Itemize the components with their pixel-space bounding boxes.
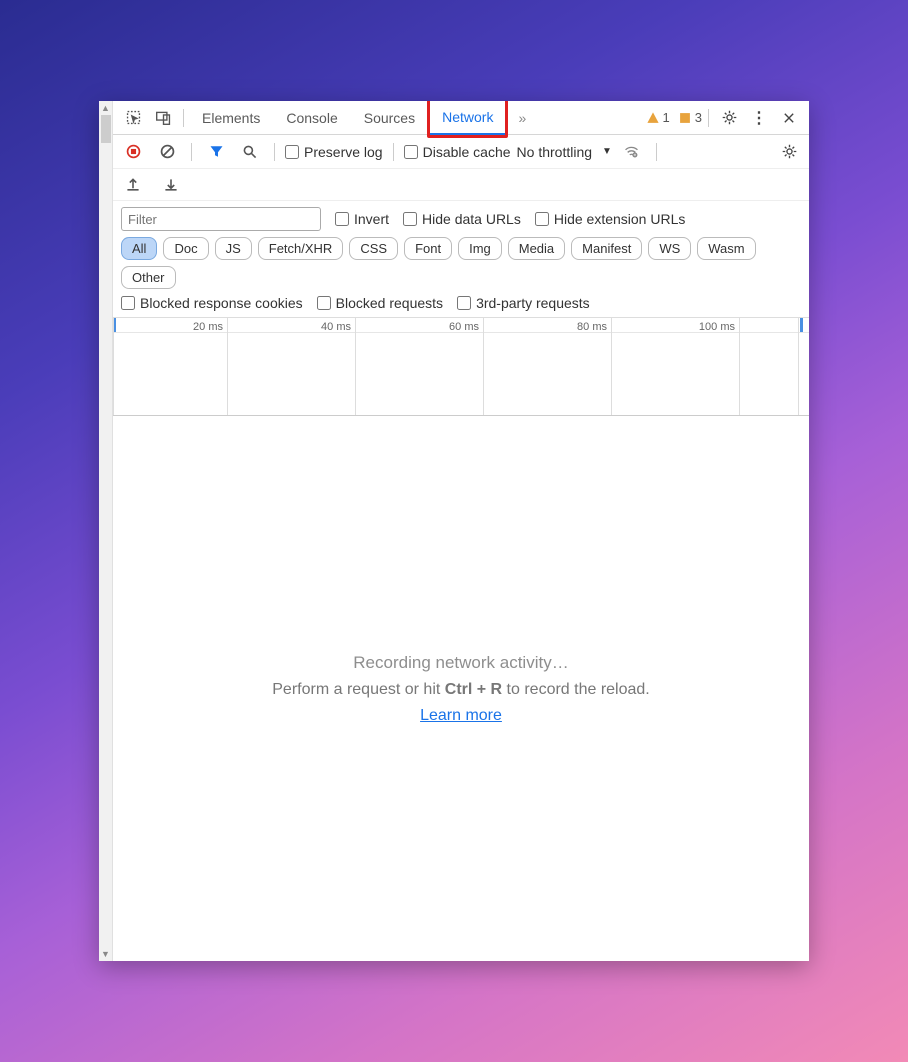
tab-network[interactable]: Network [430, 101, 505, 135]
pill-js[interactable]: JS [215, 237, 252, 260]
filter-input[interactable] [121, 207, 321, 231]
pill-all[interactable]: All [121, 237, 157, 260]
divider [656, 143, 657, 161]
pill-img[interactable]: Img [458, 237, 502, 260]
network-settings-icon[interactable] [775, 138, 803, 166]
preserve-log-label: Preserve log [304, 144, 383, 160]
tabbar: Elements Console Sources Network » 1 3 ⋮ [113, 101, 809, 135]
pill-css[interactable]: CSS [349, 237, 398, 260]
throttling-value: No throttling [517, 144, 592, 160]
empty-subtitle: Perform a request or hit Ctrl + R to rec… [272, 681, 650, 699]
tick-4: 100 ms [612, 321, 739, 333]
invert-checkbox[interactable]: Invert [335, 211, 389, 227]
hide-data-urls-checkbox[interactable]: Hide data URLs [403, 211, 521, 227]
divider [183, 109, 184, 127]
scrollbar-thumb[interactable] [101, 115, 111, 143]
tick-3: 80 ms [484, 321, 611, 333]
close-icon[interactable] [775, 104, 803, 132]
devtools-panel: ▲ ▼ Elements Console Sources Network » 1 [99, 101, 809, 961]
tick-2: 60 ms [356, 321, 483, 333]
issues-badge[interactable]: 3 [678, 110, 702, 125]
divider [274, 143, 275, 161]
divider [191, 143, 192, 161]
pill-fetch[interactable]: Fetch/XHR [258, 237, 344, 260]
more-tabs-icon[interactable]: » [508, 104, 536, 132]
tick-0: 20 ms [114, 321, 227, 333]
clear-icon[interactable] [153, 138, 181, 166]
divider [393, 143, 394, 161]
learn-more-link[interactable]: Learn more [420, 707, 502, 725]
filter-section: Invert Hide data URLs Hide extension URL… [113, 201, 809, 318]
empty-title: Recording network activity… [353, 653, 568, 673]
blocked-requests-checkbox[interactable]: Blocked requests [317, 295, 443, 311]
network-tab-highlight: Network [427, 101, 508, 138]
network-conditions-icon[interactable] [618, 138, 646, 166]
empty-state: Recording network activity… Perform a re… [113, 416, 809, 961]
content: Elements Console Sources Network » 1 3 ⋮ [113, 101, 809, 961]
scroll-down-icon[interactable]: ▼ [101, 949, 110, 959]
chevron-down-icon: ▼ [602, 146, 612, 157]
shortcut-label: Ctrl + R [445, 681, 502, 698]
inspect-icon[interactable] [119, 104, 147, 132]
blocked-cookies-checkbox[interactable]: Blocked response cookies [121, 295, 303, 311]
pill-wasm[interactable]: Wasm [697, 237, 755, 260]
pill-media[interactable]: Media [508, 237, 565, 260]
divider [708, 109, 709, 127]
pill-other[interactable]: Other [121, 266, 176, 289]
waterfall-overview[interactable]: 20 ms 40 ms 60 ms 80 ms 100 ms [113, 318, 809, 416]
hide-extension-urls-checkbox[interactable]: Hide extension URLs [535, 211, 686, 227]
import-export-bar [113, 169, 809, 201]
tab-console[interactable]: Console [274, 101, 349, 135]
disable-cache-checkbox[interactable]: Disable cache [404, 144, 511, 160]
pill-ws[interactable]: WS [648, 237, 691, 260]
export-har-icon[interactable] [119, 171, 147, 199]
import-har-icon[interactable] [157, 171, 185, 199]
tab-sources[interactable]: Sources [352, 101, 427, 135]
record-icon[interactable] [119, 138, 147, 166]
tick-1: 40 ms [228, 321, 355, 333]
pill-doc[interactable]: Doc [163, 237, 208, 260]
disable-cache-label: Disable cache [423, 144, 511, 160]
kebab-menu-icon[interactable]: ⋮ [745, 104, 773, 132]
pill-manifest[interactable]: Manifest [571, 237, 642, 260]
warnings-count: 1 [663, 110, 670, 125]
throttling-select[interactable]: No throttling ▼ [517, 144, 612, 160]
pill-font[interactable]: Font [404, 237, 452, 260]
type-filter-pills: All Doc JS Fetch/XHR CSS Font Img Media … [121, 237, 801, 289]
timeline-end-marker [800, 318, 803, 332]
issues-count: 3 [695, 110, 702, 125]
settings-icon[interactable] [715, 104, 743, 132]
warnings-badge[interactable]: 1 [646, 110, 670, 125]
left-scrollbar[interactable]: ▲ ▼ [99, 101, 113, 961]
device-toggle-icon[interactable] [149, 104, 177, 132]
filter-icon[interactable] [202, 138, 230, 166]
search-icon[interactable] [236, 138, 264, 166]
scroll-up-icon[interactable]: ▲ [101, 103, 110, 113]
preserve-log-checkbox[interactable]: Preserve log [285, 144, 383, 160]
third-party-checkbox[interactable]: 3rd-party requests [457, 295, 590, 311]
network-toolbar: Preserve log Disable cache No throttling… [113, 135, 809, 169]
tab-elements[interactable]: Elements [190, 101, 272, 135]
